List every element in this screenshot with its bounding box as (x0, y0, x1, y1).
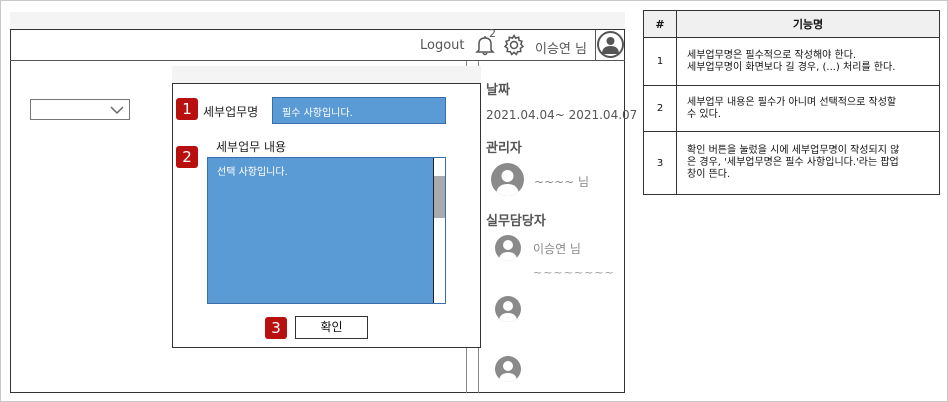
manager-name: ~~~~ 님 (534, 175, 590, 189)
logout-link[interactable]: Logout (420, 38, 465, 53)
desc-line: 세부업무명이 화면보다 길 경우, (...) 처리를 한다. (687, 61, 896, 73)
confirm-button[interactable]: 확인 (295, 316, 368, 339)
manager-heading: 관리자 (486, 141, 522, 156)
filter-select[interactable] (30, 99, 130, 120)
row-number: 2 (643, 85, 677, 132)
annotation-badge-1: 1 (176, 98, 198, 120)
date-range: 2021.04.04~ 2021.04.07 (486, 108, 638, 122)
annotation-badge-2: 2 (176, 146, 198, 168)
staff-avatar (495, 356, 521, 382)
desc-line: 세부업무 내용은 필수가 아니며 선택적으로 작성할 (687, 96, 897, 108)
scrollbar-thumb[interactable] (434, 176, 445, 218)
staff-name: 이승연 님 (533, 242, 581, 256)
row-number: 3 (643, 131, 677, 195)
table-row: 2 세부업무 내용은 필수가 아니며 선택적으로 작성할 수 있다. (643, 85, 940, 132)
staff-heading: 실무담당자 (486, 214, 546, 229)
desc-line: 수 있다. (687, 108, 721, 120)
task-name-input[interactable]: 필수 사항입니다. (272, 97, 446, 124)
column-header: 기능명 (676, 10, 940, 38)
gear-icon[interactable] (502, 33, 526, 57)
manager-avatar (491, 163, 524, 196)
staff-avatar (495, 235, 521, 261)
spec-table: # 기능명 1 세부업무명은 필수적으로 작성해야 한다. 세부업무명이 화면보… (643, 10, 940, 195)
row-description: 확인 버튼을 눌렀을 시에 세부업무명이 작성되지 않 은 경우, '세부업무명… (676, 131, 940, 195)
table-row: 1 세부업무명은 필수적으로 작성해야 한다. 세부업무명이 화면보다 길 경우… (643, 37, 940, 86)
desc-line: 세부업무명은 필수적으로 작성해야 한다. (687, 49, 857, 61)
desc-line: 창이 뜬다. (687, 169, 731, 180)
task-name-label: 세부업무명 (203, 105, 259, 119)
avatar[interactable] (597, 31, 624, 58)
staff-placeholder: ~~~~~~~~ (533, 266, 615, 279)
desc-line: 은 경우, '세부업무명은 필수 사항입니다.'라는 팝업 (687, 157, 899, 168)
row-description: 세부업무명은 필수적으로 작성해야 한다. 세부업무명이 화면보다 길 경우, … (676, 37, 940, 86)
dialog-titlebar (172, 66, 481, 84)
table-header-row: # 기능명 (643, 10, 940, 38)
top-bar (10, 30, 625, 61)
row-description: 세부업무 내용은 필수가 아니며 선택적으로 작성할 수 있다. (676, 85, 940, 132)
window-titlebar (10, 12, 625, 30)
annotation-badge-3: 3 (265, 317, 287, 339)
notification-count: 2 (489, 27, 496, 40)
chevron-down-icon (110, 106, 124, 115)
user-name-label: 이승연 님 (535, 42, 587, 57)
staff-avatar (495, 296, 521, 322)
desc-line: 확인 버튼을 눌렀을 시에 세부업무명이 작성되지 않 (687, 145, 900, 156)
row-number: 1 (643, 37, 677, 86)
column-header: # (643, 10, 677, 38)
task-content-label: 세부업무 내용 (216, 140, 287, 154)
date-heading: 날짜 (486, 83, 510, 98)
task-content-textarea[interactable]: 선택 사항입니다. (207, 157, 446, 304)
table-row: 3 확인 버튼을 눌렀을 시에 세부업무명이 작성되지 않 은 경우, '세부업… (643, 131, 940, 195)
